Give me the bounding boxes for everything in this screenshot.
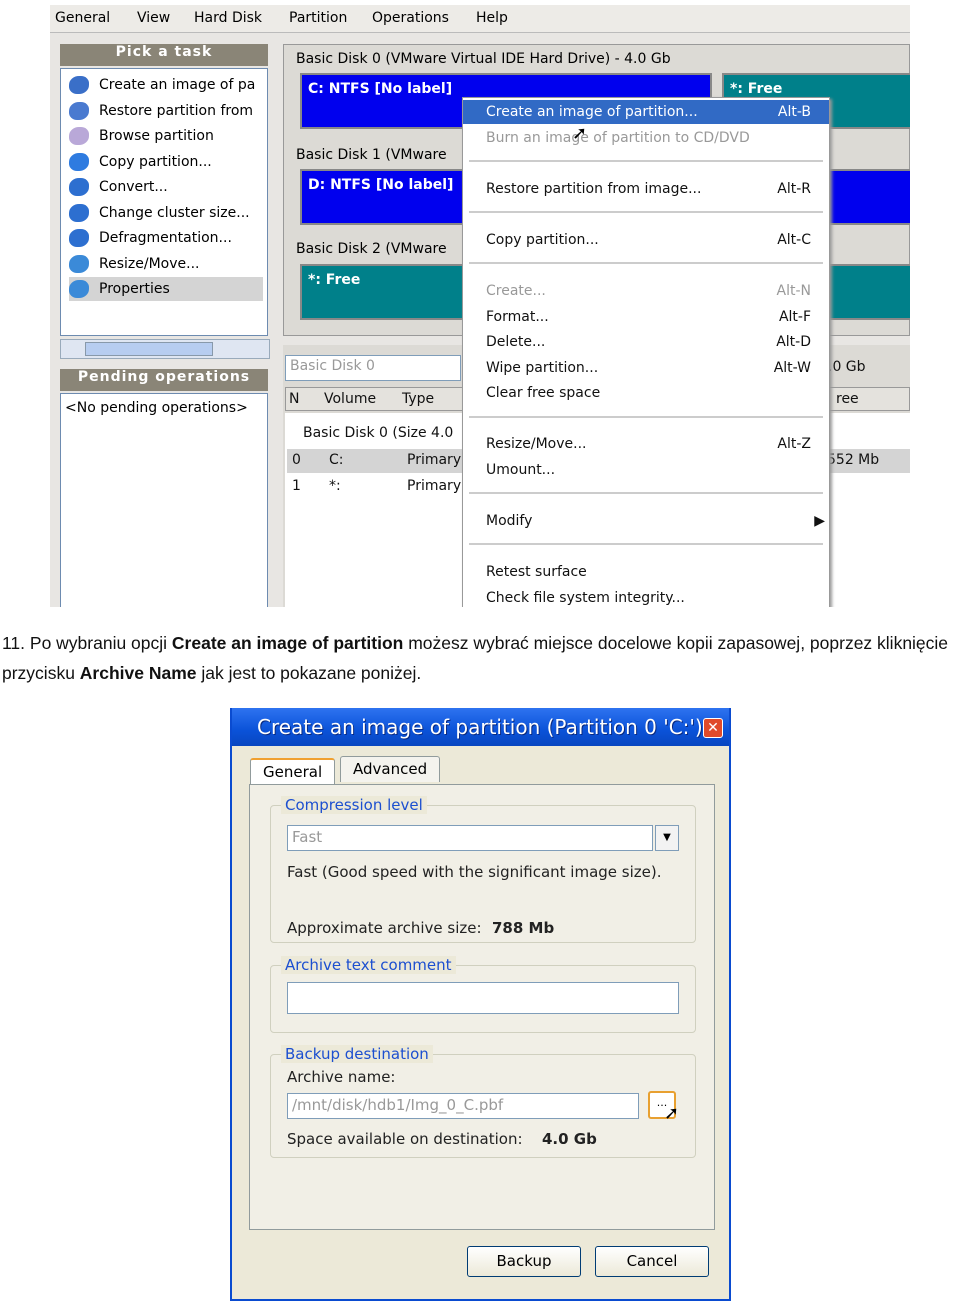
menu-item-resize[interactable]: Resize/Move... Alt-Z (463, 432, 829, 456)
task-convert[interactable]: Convert... (69, 175, 168, 199)
task-copy[interactable]: Copy partition... (69, 150, 212, 174)
menu-view[interactable]: View (137, 10, 170, 26)
disk-0-label: Basic Disk 0 (VMware Virtual IDE Hard Dr… (296, 51, 671, 67)
disk-select[interactable]: Basic Disk 0 (285, 355, 461, 381)
menu-item-retest[interactable]: Retest surface (463, 560, 829, 584)
task-browse[interactable]: Browse partition (69, 124, 214, 148)
menu-item-clear-free[interactable]: Clear free space (463, 381, 829, 405)
menu-item-umount[interactable]: Umount... (463, 458, 829, 482)
copy-icon (69, 153, 89, 171)
compression-description: Fast (Good speed with the significant im… (287, 863, 662, 881)
task-defrag[interactable]: Defragmentation... (69, 226, 232, 250)
tab-advanced[interactable]: Advanced (340, 756, 441, 782)
space-available-value: 4.0 Gb (542, 1130, 597, 1148)
archive-size-label: Approximate archive size: (287, 919, 482, 937)
defrag-icon (69, 229, 89, 247)
menu-general[interactable]: General (55, 10, 110, 26)
compression-legend: Compression level (281, 796, 427, 814)
task-resize[interactable]: Resize/Move... (69, 252, 199, 276)
col-volume[interactable]: Volume (324, 391, 376, 407)
partition-manager-screenshot: General View Hard Disk Partition Operati… (50, 5, 910, 607)
task-restore[interactable]: Restore partition from (69, 99, 253, 123)
create-image-dialog: Create an image of partition (Partition … (230, 708, 731, 1301)
pending-list: <No pending operations> (60, 393, 268, 607)
comment-legend: Archive text comment (281, 956, 456, 974)
col-free[interactable]: ree (836, 391, 859, 407)
destination-legend: Backup destination (281, 1045, 433, 1063)
menu-item-format[interactable]: Format... Alt-F (463, 305, 829, 329)
backup-button[interactable]: Backup (467, 1246, 581, 1277)
menu-item-restore[interactable]: Restore partition from image... Alt-R (463, 177, 829, 201)
archive-size-value: 788 Mb (492, 919, 555, 937)
restore-icon (69, 102, 89, 120)
menu-hard-disk[interactable]: Hard Disk (194, 10, 262, 26)
comment-input[interactable] (287, 982, 679, 1014)
menu-item-delete[interactable]: Delete... Alt-D (463, 330, 829, 354)
magnifier-icon (69, 127, 89, 145)
compression-select[interactable]: Fast (287, 825, 653, 851)
tab-general[interactable]: General (250, 758, 336, 784)
dialog-title: Create an image of partition (Partition … (232, 708, 729, 746)
pick-task-header: Pick a task (60, 44, 268, 66)
col-n[interactable]: N (289, 391, 299, 407)
cluster-icon (69, 204, 89, 222)
table-group-row: Basic Disk 0 (Size 4.0 (303, 425, 454, 441)
archive-path-input[interactable]: /mnt/disk/hdb1/Img_0_C.pbf (287, 1093, 639, 1119)
menu-item-modify[interactable]: Modify ▶ (463, 509, 829, 533)
scrollbar-thumb[interactable] (85, 342, 213, 356)
menu-help[interactable]: Help (476, 10, 508, 26)
instruction-paragraph: 11. Po wybraniu opcji Create an image of… (2, 633, 949, 683)
menu-item-create-image[interactable]: Create an image of partition... Alt-B (463, 100, 829, 124)
disk-2-label: Basic Disk 2 (VMware (296, 241, 447, 257)
cancel-button[interactable]: Cancel (595, 1246, 709, 1277)
context-menu: Create an image of partition... Alt-B Bur… (462, 97, 830, 607)
horizontal-scrollbar[interactable] (60, 339, 270, 359)
menu-operations[interactable]: Operations (372, 10, 449, 26)
dropdown-arrow-icon[interactable]: ▼ (655, 825, 679, 851)
properties-icon (69, 280, 89, 298)
menu-item-burn[interactable]: Burn an image of partition to CD/DVD (463, 126, 829, 150)
space-available-label: Space available on destination: (287, 1130, 523, 1148)
task-cluster[interactable]: Change cluster size... (69, 201, 250, 225)
col-type[interactable]: Type (402, 391, 434, 407)
close-icon[interactable]: ✕ (703, 718, 723, 738)
mouse-cursor-icon: ➚ (572, 123, 588, 144)
general-panel: Compression level Fast ▼ Fast (Good spee… (249, 784, 715, 1230)
menu-bar: General View Hard Disk Partition Operati… (50, 5, 910, 33)
archive-name-label: Archive name: (287, 1068, 396, 1086)
menu-item-check-fs[interactable]: Check file system integrity... (463, 586, 829, 607)
submenu-arrow-icon: ▶ (814, 513, 825, 529)
task-create-image[interactable]: Create an image of pa (69, 73, 255, 97)
menu-partition[interactable]: Partition (289, 10, 347, 26)
task-properties[interactable]: Properties (69, 277, 263, 301)
task-list: Create an image of pa Restore partition … (60, 68, 268, 336)
disk-size: .0 Gb (828, 359, 866, 375)
image-icon (69, 76, 89, 94)
resize-icon (69, 255, 89, 273)
pending-header: Pending operations (60, 369, 268, 391)
menu-item-create[interactable]: Create... Alt-N (463, 279, 829, 303)
disk-1-label: Basic Disk 1 (VMware (296, 147, 447, 163)
menu-item-wipe[interactable]: Wipe partition... Alt-W (463, 356, 829, 380)
menu-item-copy[interactable]: Copy partition... Alt-C (463, 228, 829, 252)
convert-icon (69, 178, 89, 196)
mouse-cursor-icon: ➚ (664, 1103, 680, 1124)
